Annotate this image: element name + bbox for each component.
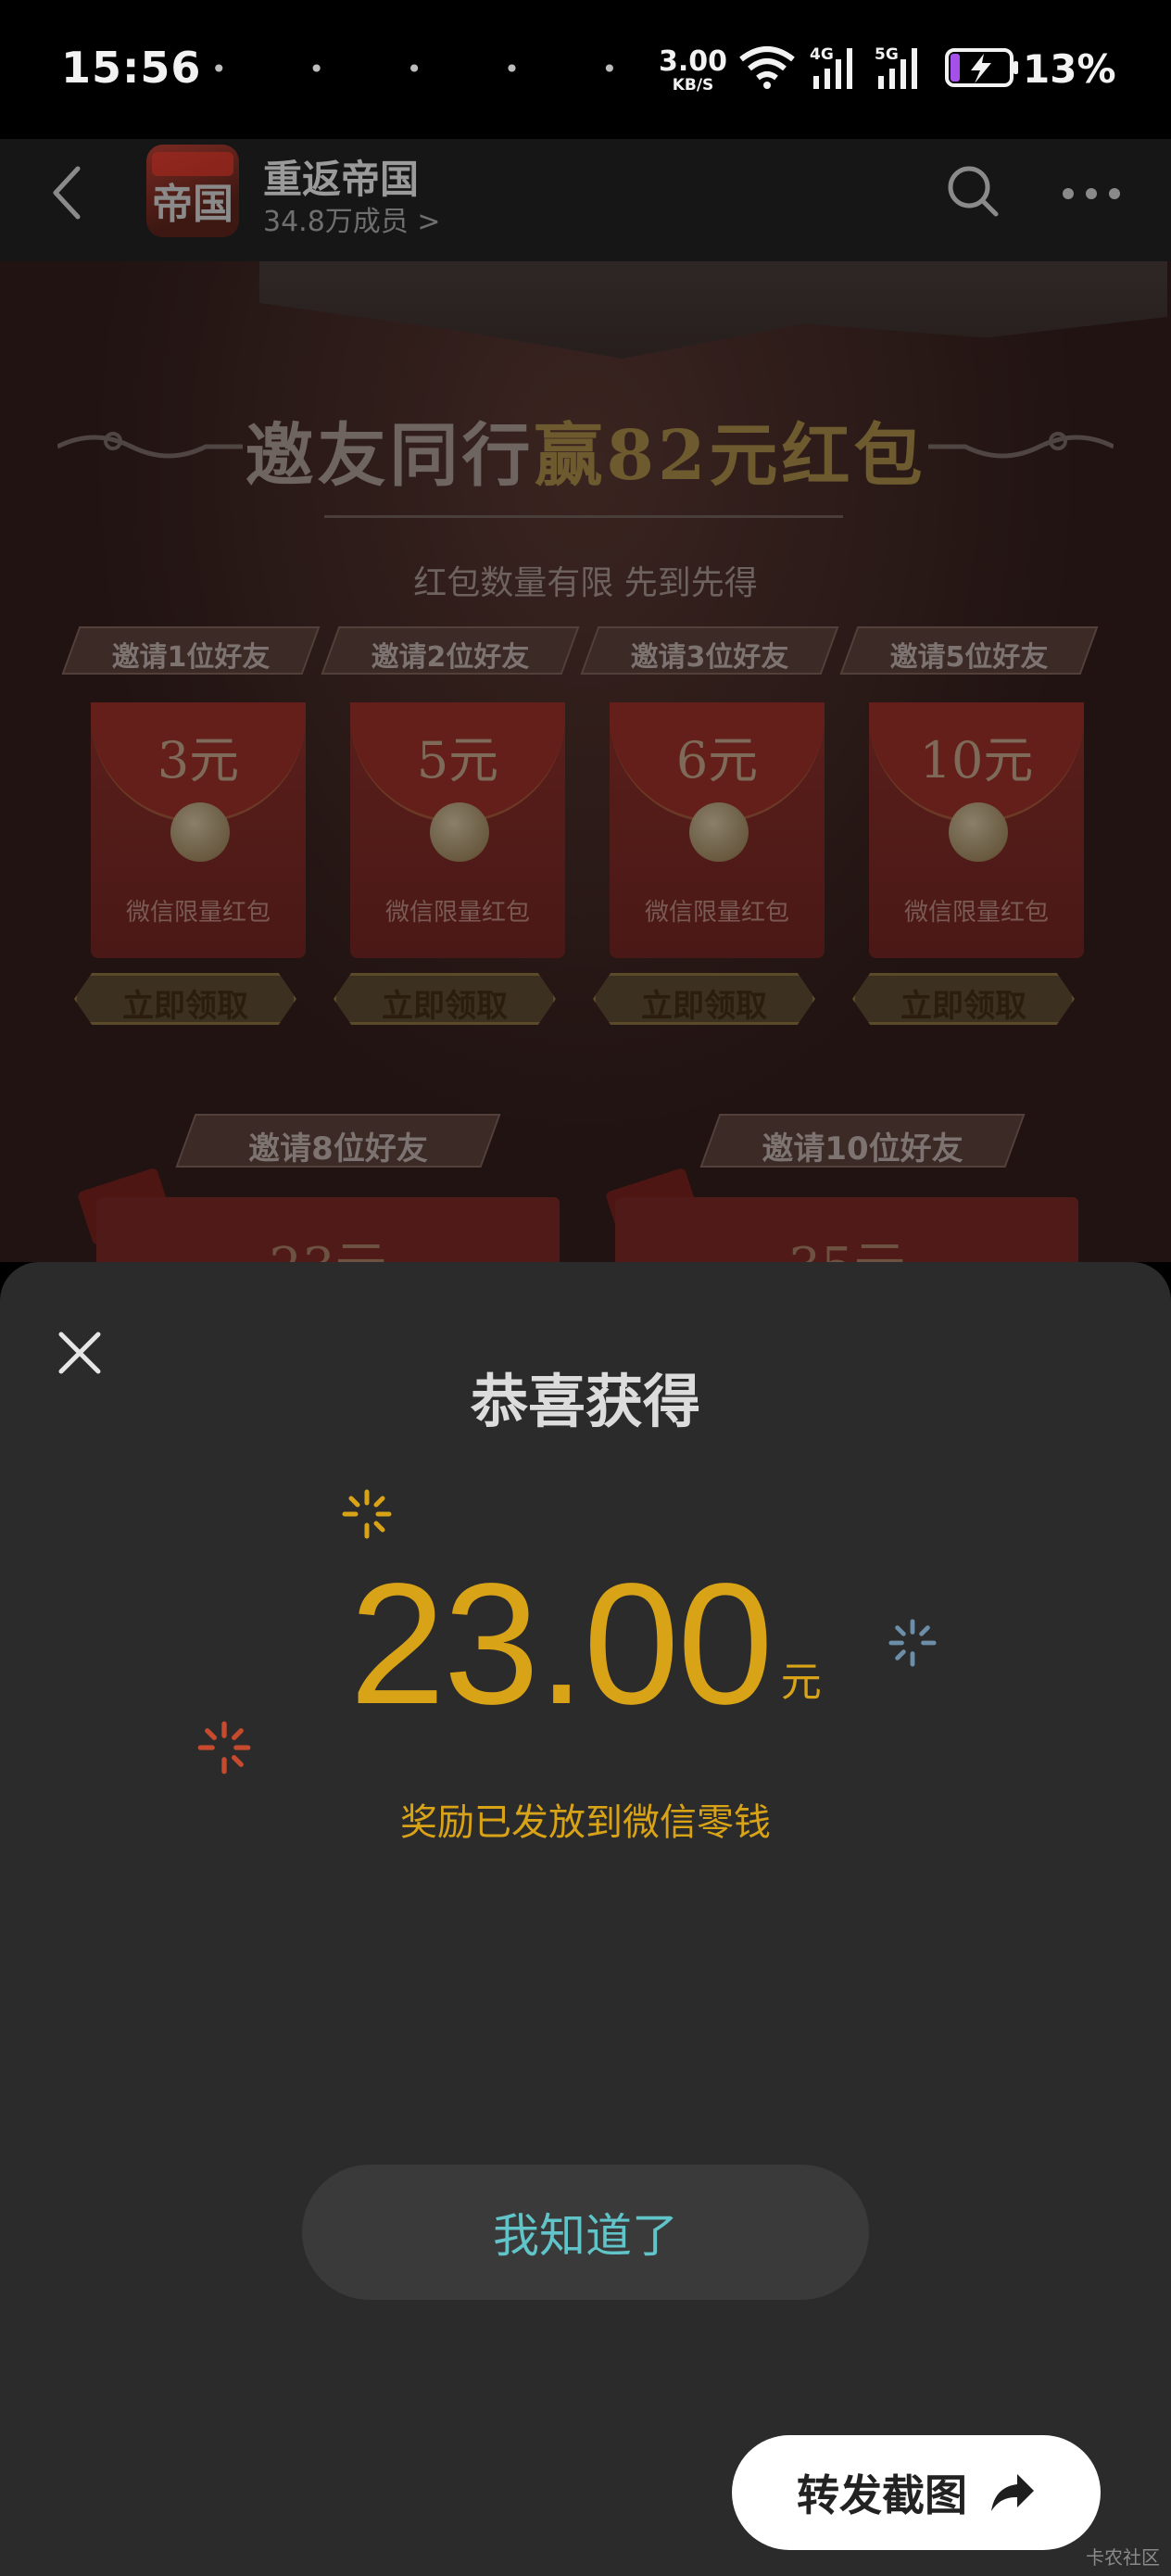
reward-subtitle: 微信限量红包 [384,899,530,927]
reward-amount-row: 23.00 元 [0,1559,1171,1731]
reward-amount: 5元 [416,731,499,789]
reward-amount: 10元 [919,731,1034,789]
status-bar: 15:56 • • • • • 3.00 KB/S 4G 5G 13% [0,0,1171,139]
coin-icon [430,802,489,862]
reward-amount-value: 23.00 [349,1548,773,1740]
currency-unit: 元 [780,1659,822,1706]
share-screenshot-label: 转发截图 [797,2470,967,2520]
claim-button[interactable]: 立即领取 [74,980,296,1026]
reward-card: 邀请2位好友 5元微信限量红包 立即领取 [321,626,580,1026]
big-reward-tag: 邀请8位好友 [248,1130,428,1168]
dialog-title: 恭喜获得 [470,1368,700,1435]
signal-5g-icon: 5G [875,45,917,89]
coin-icon [949,802,1008,862]
reward-amount: 6元 [675,731,759,789]
signal-4g-label: 4G [810,45,834,64]
claim-button[interactable]: 立即领取 [593,980,815,1026]
search-icon[interactable] [945,163,1001,219]
signal-5g-label: 5G [875,45,899,64]
got-it-button[interactable]: 我知道了 [302,2165,869,2300]
reward-tag: 邀请5位好友 [889,641,1049,674]
claim-button[interactable]: 立即领取 [334,980,556,1026]
big-reward-tag: 邀请10位好友 [762,1130,963,1168]
network-speed-unit: KB/S [672,76,714,95]
member-count[interactable]: 34.8万成员 > [263,198,440,239]
group-name[interactable]: 重返帝国 [263,148,419,205]
battery-percent: 13% [1023,46,1116,92]
reward-tag: 邀请2位好友 [371,641,530,674]
title-divider [324,515,843,518]
reward-amount: 3元 [157,731,240,789]
red-envelope: 3元微信限量红包 [91,702,306,958]
red-envelope: 10元微信限量红包 [869,702,1084,958]
more-options-icon[interactable] [1062,187,1121,200]
signal-4g-icon: 4G [810,45,852,89]
claim-button[interactable]: 立即领取 [852,980,1075,1026]
banner-title: 邀友同行赢82元红包 [0,400,1171,499]
coin-icon [689,802,749,862]
coin-icon [170,802,230,862]
reward-tag: 邀请1位好友 [111,641,271,674]
big-reward-amount: 35元 [615,1225,1078,1262]
group-header: 帝国 重返帝国 34.8万成员 > [0,139,1171,261]
sparkle-icon [342,1489,392,1539]
banner-title-part1: 邀友同行 [245,416,535,496]
red-envelope: 6元微信限量红包 [610,702,825,958]
banner-title-part2: 赢82元红包 [534,416,926,496]
back-arrow-icon[interactable] [46,163,93,222]
reward-card: 邀请5位好友 10元微信限量红包 立即领取 [839,626,1099,1026]
red-envelope: 5元微信限量红包 [350,702,565,958]
reward-dialog: 恭喜获得 23.00 元 奖励已发放到微信零钱 我知道了 转发截图 卡农社区 [0,1262,1171,2576]
reward-card: 邀请1位好友 3元微信限量红包 立即领取 [61,626,321,1026]
network-speed: 3.00 KB/S [658,48,728,94]
banner-subtitle: 红包数量有限 先到先得 [413,564,758,602]
share-screenshot-button[interactable]: 转发截图 [732,2435,1101,2550]
reward-card: 邀请3位好友 6元微信限量红包 立即领取 [580,626,839,1026]
battery-charging-icon [945,48,1018,87]
watermark: 卡农社区 [1086,2546,1160,2569]
activity-banner: 邀友同行赢82元红包 红包数量有限 先到先得 邀请1位好友 3元微信限量红包 立… [0,261,1171,1262]
network-speed-value: 3.00 [658,45,728,78]
reward-tag: 邀请3位好友 [630,641,789,674]
share-arrow-icon [991,2474,1034,2511]
wifi-icon [739,46,795,89]
group-avatar[interactable]: 帝国 [146,145,239,237]
reward-subtitle: 微信限量红包 [125,899,271,927]
reward-note: 奖励已发放到微信零钱 [400,1801,771,1844]
status-time: 15:56 [61,43,202,93]
notification-dots: • • • • • [211,54,655,84]
big-reward-amount: 23元 [96,1225,560,1262]
reward-subtitle: 微信限量红包 [644,899,789,927]
reward-subtitle: 微信限量红包 [903,899,1049,927]
group-avatar-text: 帝国 [152,181,233,228]
